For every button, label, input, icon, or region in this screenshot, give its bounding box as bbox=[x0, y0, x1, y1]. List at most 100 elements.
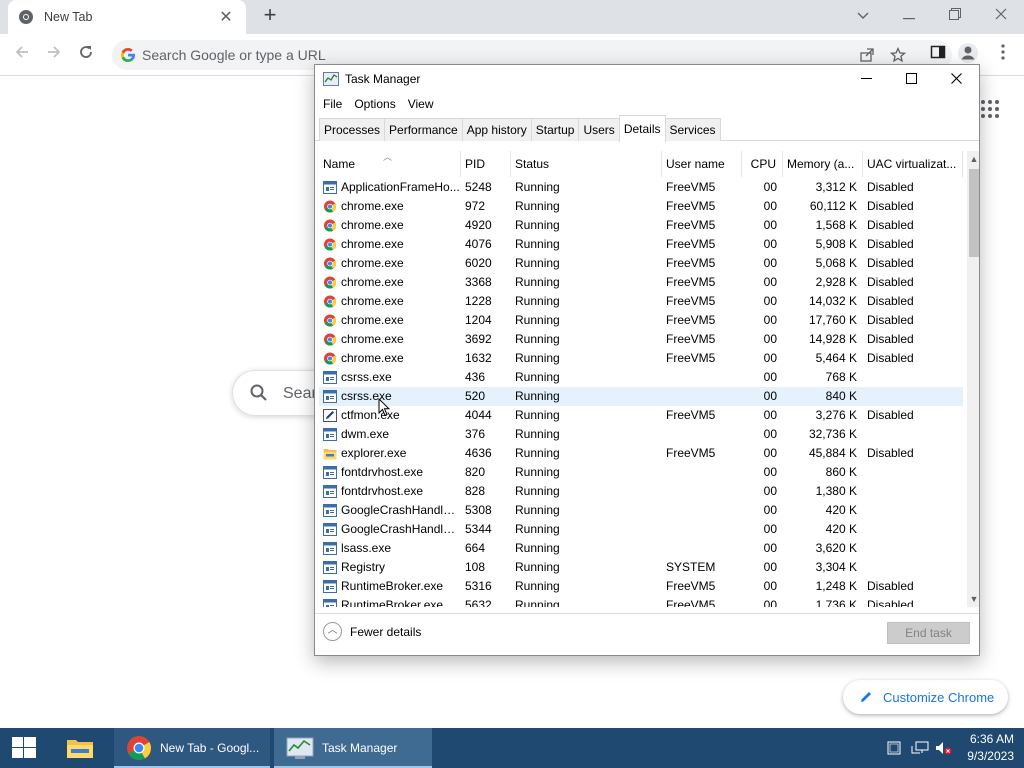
table-row[interactable]: GoogleCrashHandler... 5344 Running 00 420 K bbox=[319, 520, 963, 539]
tab-close-icon[interactable]: ✕ bbox=[216, 7, 236, 27]
tab-services[interactable]: Services bbox=[664, 118, 721, 141]
menu-options[interactable]: Options bbox=[348, 95, 401, 115]
table-row[interactable]: chrome.exe 3692 Running FreeVM5 00 14,928 K Di… bbox=[319, 330, 963, 349]
col-cpu[interactable]: CPU bbox=[742, 151, 783, 177]
scroll-down-icon[interactable]: ▼ bbox=[967, 591, 979, 607]
cell-memory: 17,760 K bbox=[808, 313, 857, 327]
table-row[interactable]: RuntimeBroker.exe 5316 Running FreeVM5 00 1,2… bbox=[319, 577, 963, 596]
reload-icon[interactable] bbox=[73, 42, 99, 68]
scroll-up-icon[interactable]: ▲ bbox=[967, 151, 979, 167]
scroll-thumb[interactable] bbox=[969, 169, 979, 257]
cell-cpu: 00 bbox=[763, 522, 777, 536]
cell-name: chrome.exe bbox=[319, 273, 461, 292]
cell-memory: 2,928 K bbox=[815, 275, 857, 289]
tab-app-history[interactable]: App history bbox=[461, 118, 532, 141]
end-task-button[interactable]: End task bbox=[887, 622, 970, 644]
chrome-taskbar-item[interactable]: New Tab - Googl... bbox=[114, 728, 270, 768]
cell-uac: Disabled bbox=[867, 408, 914, 422]
table-row[interactable]: ctfmon.exe 4044 Running FreeVM5 00 3,276 K Dis… bbox=[319, 406, 963, 425]
action-center-keyboard-icon[interactable] bbox=[886, 740, 904, 756]
fewer-details-button[interactable]: ︿ Fewer details bbox=[323, 622, 421, 641]
cell-memory: 3,304 K bbox=[815, 560, 857, 574]
menu-file[interactable]: File bbox=[317, 95, 348, 115]
cell-cpu: 00 bbox=[763, 465, 777, 479]
tm-minimize-icon[interactable] bbox=[843, 65, 889, 94]
tab-search-icon[interactable] bbox=[840, 0, 886, 30]
col-status[interactable]: Status bbox=[511, 151, 662, 177]
close-window-icon[interactable] bbox=[978, 0, 1024, 30]
col-user-name[interactable]: User name bbox=[662, 151, 742, 177]
table-row[interactable]: chrome.exe 1228 Running FreeVM5 00 14,032 K Di… bbox=[319, 292, 963, 311]
table-row[interactable]: dwm.exe 376 Running 00 32,736 K bbox=[319, 425, 963, 444]
cell-cpu: 00 bbox=[763, 218, 777, 232]
process-name: chrome.exe bbox=[341, 351, 404, 365]
table-row[interactable]: chrome.exe 1204 Running FreeVM5 00 17,760 K Di… bbox=[319, 311, 963, 330]
tm-close-icon[interactable] bbox=[933, 65, 979, 94]
col-pid[interactable]: PID bbox=[461, 151, 511, 177]
process-name: chrome.exe bbox=[341, 294, 404, 308]
cell-uac bbox=[863, 520, 963, 539]
cell-user-name: FreeVM5 bbox=[666, 218, 716, 232]
table-row[interactable]: csrss.exe 520 Running 00 840 K bbox=[319, 387, 963, 406]
forward-icon[interactable] bbox=[41, 42, 67, 68]
start-button[interactable] bbox=[0, 728, 48, 768]
table-row[interactable]: chrome.exe 1632 Running FreeVM5 00 5,464 K Dis… bbox=[319, 349, 963, 368]
table-row[interactable]: RuntimeBroker.exe 5632 Running FreeVM5 00 1,7… bbox=[319, 596, 963, 607]
process-name: GoogleCrashHandler... bbox=[341, 503, 461, 517]
cell-user-name: FreeVM5 bbox=[666, 332, 716, 346]
table-row[interactable]: GoogleCrashHandler... 5308 Running 00 420 K bbox=[319, 501, 963, 520]
table-row[interactable]: chrome.exe 4076 Running FreeVM5 00 5,908 K Dis… bbox=[319, 235, 963, 254]
table-row[interactable]: fontdrvhost.exe 828 Running 00 1,380 K bbox=[319, 482, 963, 501]
process-name: RuntimeBroker.exe bbox=[341, 598, 444, 607]
process-name: fontdrvhost.exe bbox=[341, 484, 424, 498]
cell-pid: 5308 bbox=[465, 503, 492, 517]
back-icon[interactable] bbox=[9, 42, 35, 68]
task-manager-taskbar-item[interactable]: Task Manager bbox=[274, 728, 432, 768]
cell-memory: 3,276 K bbox=[815, 408, 857, 422]
customize-chrome-button[interactable]: Customize Chrome bbox=[843, 680, 1008, 714]
cell-status: Running bbox=[515, 370, 560, 384]
restore-icon[interactable] bbox=[932, 0, 978, 30]
cell-name: RuntimeBroker.exe bbox=[319, 596, 461, 607]
new-tab-button[interactable]: + bbox=[258, 4, 282, 28]
vertical-scrollbar[interactable]: ▲ ▼ bbox=[967, 151, 979, 607]
process-name: chrome.exe bbox=[341, 237, 404, 251]
table-row[interactable]: chrome.exe 3368 Running FreeVM5 00 2,928 K Dis… bbox=[319, 273, 963, 292]
table-row[interactable]: Registry 108 Running SYSTEM 00 3,304 K bbox=[319, 558, 963, 577]
table-row[interactable]: csrss.exe 436 Running 00 768 K bbox=[319, 368, 963, 387]
tm-maximize-icon[interactable] bbox=[888, 65, 934, 94]
task-manager-titlebar[interactable]: Task Manager bbox=[315, 65, 979, 94]
table-row[interactable]: ApplicationFrameHo... 5248 Running FreeVM5 0… bbox=[319, 178, 963, 197]
table-row[interactable]: chrome.exe 972 Running FreeVM5 00 60,112 K Dis… bbox=[319, 197, 963, 216]
table-row[interactable]: explorer.exe 4636 Running FreeVM5 00 45,884 K… bbox=[319, 444, 963, 463]
cell-name: GoogleCrashHandler... bbox=[319, 501, 461, 520]
col-memory[interactable]: Memory (a... bbox=[783, 151, 863, 177]
cell-cpu: 00 bbox=[763, 256, 777, 270]
cell-memory: 3,312 K bbox=[815, 180, 857, 194]
file-explorer-taskbar-item[interactable] bbox=[56, 728, 104, 768]
tab-new-tab[interactable]: New Tab ✕ bbox=[8, 0, 246, 34]
table-row[interactable]: fontdrvhost.exe 820 Running 00 860 K bbox=[319, 463, 963, 482]
table-row[interactable]: lsass.exe 664 Running 00 3,620 K bbox=[319, 539, 963, 558]
col-uac[interactable]: UAC virtualizat... bbox=[863, 151, 963, 177]
chrome-menu-icon[interactable] bbox=[990, 42, 1016, 68]
tab-details[interactable]: Details bbox=[618, 115, 666, 142]
system-clock[interactable]: 6:36 AM 9/3/2023 bbox=[950, 731, 1014, 765]
cell-status: Running bbox=[515, 465, 560, 479]
tab-performance[interactable]: Performance bbox=[384, 118, 463, 141]
table-row[interactable]: chrome.exe 4920 Running FreeVM5 00 1,568 K Dis… bbox=[319, 216, 963, 235]
table-row[interactable]: chrome.exe 6020 Running FreeVM5 00 5,068 K Dis… bbox=[319, 254, 963, 273]
cell-pid: 3368 bbox=[465, 275, 492, 289]
google-apps-icon[interactable] bbox=[981, 100, 999, 118]
cell-status: Running bbox=[515, 180, 560, 194]
menu-view[interactable]: View bbox=[402, 95, 440, 115]
col-name[interactable]: ︿ Name bbox=[319, 151, 461, 177]
tab-processes[interactable]: Processes bbox=[319, 118, 386, 141]
tab-startup[interactable]: Startup bbox=[530, 118, 580, 141]
network-icon[interactable] bbox=[910, 740, 930, 756]
cell-pid: 5248 bbox=[465, 180, 492, 194]
chrome-tab-strip: New Tab ✕ + bbox=[0, 0, 1024, 34]
minimize-icon[interactable] bbox=[886, 0, 932, 30]
cell-memory: 840 K bbox=[825, 389, 857, 403]
tab-users[interactable]: Users bbox=[578, 118, 620, 141]
